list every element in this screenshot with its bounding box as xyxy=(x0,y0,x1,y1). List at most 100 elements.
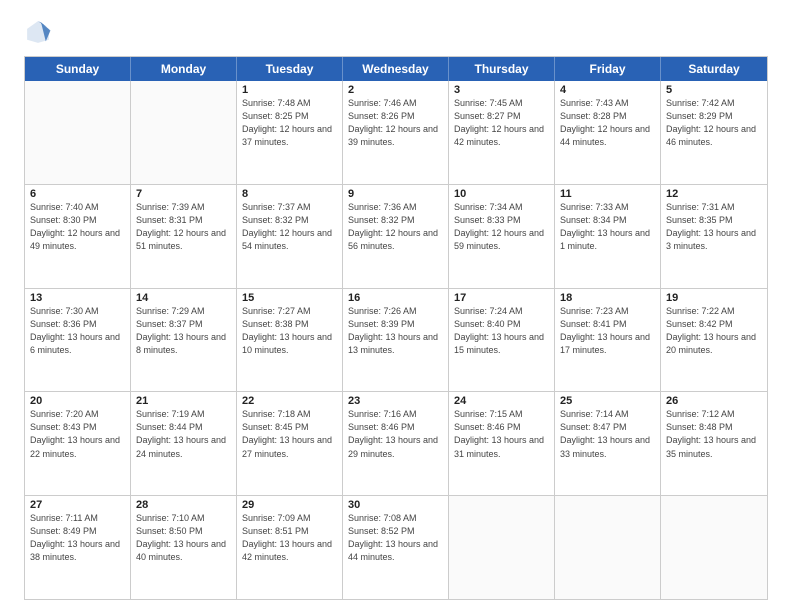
calendar-cell: 1Sunrise: 7:48 AMSunset: 8:25 PMDaylight… xyxy=(237,81,343,184)
sun-info: Sunrise: 7:20 AMSunset: 8:43 PMDaylight:… xyxy=(30,408,125,460)
calendar-cell: 27Sunrise: 7:11 AMSunset: 8:49 PMDayligh… xyxy=(25,496,131,599)
page: SundayMondayTuesdayWednesdayThursdayFrid… xyxy=(0,0,792,612)
calendar-cell: 20Sunrise: 7:20 AMSunset: 8:43 PMDayligh… xyxy=(25,392,131,495)
sun-info: Sunrise: 7:10 AMSunset: 8:50 PMDaylight:… xyxy=(136,512,231,564)
day-number: 29 xyxy=(242,499,337,511)
calendar-cell: 10Sunrise: 7:34 AMSunset: 8:33 PMDayligh… xyxy=(449,185,555,288)
day-number: 17 xyxy=(454,292,549,304)
calendar-cell: 4Sunrise: 7:43 AMSunset: 8:28 PMDaylight… xyxy=(555,81,661,184)
sun-info: Sunrise: 7:36 AMSunset: 8:32 PMDaylight:… xyxy=(348,201,443,253)
sun-info: Sunrise: 7:14 AMSunset: 8:47 PMDaylight:… xyxy=(560,408,655,460)
calendar-cell: 21Sunrise: 7:19 AMSunset: 8:44 PMDayligh… xyxy=(131,392,237,495)
day-number: 11 xyxy=(560,188,655,200)
sun-info: Sunrise: 7:46 AMSunset: 8:26 PMDaylight:… xyxy=(348,97,443,149)
calendar-cell: 9Sunrise: 7:36 AMSunset: 8:32 PMDaylight… xyxy=(343,185,449,288)
calendar-cell: 7Sunrise: 7:39 AMSunset: 8:31 PMDaylight… xyxy=(131,185,237,288)
calendar-cell: 11Sunrise: 7:33 AMSunset: 8:34 PMDayligh… xyxy=(555,185,661,288)
sun-info: Sunrise: 7:24 AMSunset: 8:40 PMDaylight:… xyxy=(454,305,549,357)
day-number: 26 xyxy=(666,395,762,407)
calendar-week-1: 1Sunrise: 7:48 AMSunset: 8:25 PMDaylight… xyxy=(25,81,767,185)
sun-info: Sunrise: 7:45 AMSunset: 8:27 PMDaylight:… xyxy=(454,97,549,149)
day-number: 23 xyxy=(348,395,443,407)
calendar-cell: 13Sunrise: 7:30 AMSunset: 8:36 PMDayligh… xyxy=(25,289,131,392)
calendar-cell xyxy=(555,496,661,599)
calendar-week-4: 20Sunrise: 7:20 AMSunset: 8:43 PMDayligh… xyxy=(25,392,767,496)
calendar: SundayMondayTuesdayWednesdayThursdayFrid… xyxy=(24,56,768,600)
day-number: 19 xyxy=(666,292,762,304)
sun-info: Sunrise: 7:26 AMSunset: 8:39 PMDaylight:… xyxy=(348,305,443,357)
calendar-cell xyxy=(449,496,555,599)
day-number: 20 xyxy=(30,395,125,407)
calendar-cell: 24Sunrise: 7:15 AMSunset: 8:46 PMDayligh… xyxy=(449,392,555,495)
day-number: 28 xyxy=(136,499,231,511)
day-number: 7 xyxy=(136,188,231,200)
sun-info: Sunrise: 7:40 AMSunset: 8:30 PMDaylight:… xyxy=(30,201,125,253)
calendar-cell: 25Sunrise: 7:14 AMSunset: 8:47 PMDayligh… xyxy=(555,392,661,495)
day-number: 13 xyxy=(30,292,125,304)
calendar-cell: 22Sunrise: 7:18 AMSunset: 8:45 PMDayligh… xyxy=(237,392,343,495)
calendar-body: 1Sunrise: 7:48 AMSunset: 8:25 PMDaylight… xyxy=(25,81,767,599)
sun-info: Sunrise: 7:27 AMSunset: 8:38 PMDaylight:… xyxy=(242,305,337,357)
sun-info: Sunrise: 7:42 AMSunset: 8:29 PMDaylight:… xyxy=(666,97,762,149)
sun-info: Sunrise: 7:23 AMSunset: 8:41 PMDaylight:… xyxy=(560,305,655,357)
sun-info: Sunrise: 7:08 AMSunset: 8:52 PMDaylight:… xyxy=(348,512,443,564)
header-day-tuesday: Tuesday xyxy=(237,57,343,81)
calendar-cell: 2Sunrise: 7:46 AMSunset: 8:26 PMDaylight… xyxy=(343,81,449,184)
calendar-cell: 15Sunrise: 7:27 AMSunset: 8:38 PMDayligh… xyxy=(237,289,343,392)
calendar-cell: 8Sunrise: 7:37 AMSunset: 8:32 PMDaylight… xyxy=(237,185,343,288)
calendar-cell xyxy=(131,81,237,184)
calendar-cell: 23Sunrise: 7:16 AMSunset: 8:46 PMDayligh… xyxy=(343,392,449,495)
calendar-cell xyxy=(25,81,131,184)
calendar-header: SundayMondayTuesdayWednesdayThursdayFrid… xyxy=(25,57,767,81)
calendar-cell: 5Sunrise: 7:42 AMSunset: 8:29 PMDaylight… xyxy=(661,81,767,184)
day-number: 3 xyxy=(454,84,549,96)
day-number: 14 xyxy=(136,292,231,304)
calendar-cell: 16Sunrise: 7:26 AMSunset: 8:39 PMDayligh… xyxy=(343,289,449,392)
calendar-week-5: 27Sunrise: 7:11 AMSunset: 8:49 PMDayligh… xyxy=(25,496,767,599)
day-number: 6 xyxy=(30,188,125,200)
sun-info: Sunrise: 7:39 AMSunset: 8:31 PMDaylight:… xyxy=(136,201,231,253)
calendar-cell xyxy=(661,496,767,599)
sun-info: Sunrise: 7:30 AMSunset: 8:36 PMDaylight:… xyxy=(30,305,125,357)
day-number: 5 xyxy=(666,84,762,96)
day-number: 25 xyxy=(560,395,655,407)
header xyxy=(24,18,768,46)
calendar-cell: 28Sunrise: 7:10 AMSunset: 8:50 PMDayligh… xyxy=(131,496,237,599)
header-day-sunday: Sunday xyxy=(25,57,131,81)
sun-info: Sunrise: 7:37 AMSunset: 8:32 PMDaylight:… xyxy=(242,201,337,253)
day-number: 30 xyxy=(348,499,443,511)
calendar-week-2: 6Sunrise: 7:40 AMSunset: 8:30 PMDaylight… xyxy=(25,185,767,289)
day-number: 8 xyxy=(242,188,337,200)
header-day-thursday: Thursday xyxy=(449,57,555,81)
sun-info: Sunrise: 7:15 AMSunset: 8:46 PMDaylight:… xyxy=(454,408,549,460)
logo xyxy=(24,18,56,46)
sun-info: Sunrise: 7:43 AMSunset: 8:28 PMDaylight:… xyxy=(560,97,655,149)
calendar-cell: 6Sunrise: 7:40 AMSunset: 8:30 PMDaylight… xyxy=(25,185,131,288)
calendar-cell: 19Sunrise: 7:22 AMSunset: 8:42 PMDayligh… xyxy=(661,289,767,392)
day-number: 15 xyxy=(242,292,337,304)
calendar-cell: 3Sunrise: 7:45 AMSunset: 8:27 PMDaylight… xyxy=(449,81,555,184)
sun-info: Sunrise: 7:09 AMSunset: 8:51 PMDaylight:… xyxy=(242,512,337,564)
calendar-cell: 30Sunrise: 7:08 AMSunset: 8:52 PMDayligh… xyxy=(343,496,449,599)
day-number: 12 xyxy=(666,188,762,200)
header-day-wednesday: Wednesday xyxy=(343,57,449,81)
day-number: 1 xyxy=(242,84,337,96)
calendar-cell: 29Sunrise: 7:09 AMSunset: 8:51 PMDayligh… xyxy=(237,496,343,599)
calendar-cell: 14Sunrise: 7:29 AMSunset: 8:37 PMDayligh… xyxy=(131,289,237,392)
day-number: 24 xyxy=(454,395,549,407)
sun-info: Sunrise: 7:22 AMSunset: 8:42 PMDaylight:… xyxy=(666,305,762,357)
sun-info: Sunrise: 7:16 AMSunset: 8:46 PMDaylight:… xyxy=(348,408,443,460)
day-number: 10 xyxy=(454,188,549,200)
day-number: 9 xyxy=(348,188,443,200)
day-number: 27 xyxy=(30,499,125,511)
day-number: 21 xyxy=(136,395,231,407)
calendar-cell: 17Sunrise: 7:24 AMSunset: 8:40 PMDayligh… xyxy=(449,289,555,392)
sun-info: Sunrise: 7:31 AMSunset: 8:35 PMDaylight:… xyxy=(666,201,762,253)
calendar-week-3: 13Sunrise: 7:30 AMSunset: 8:36 PMDayligh… xyxy=(25,289,767,393)
day-number: 16 xyxy=(348,292,443,304)
header-day-friday: Friday xyxy=(555,57,661,81)
day-number: 18 xyxy=(560,292,655,304)
sun-info: Sunrise: 7:19 AMSunset: 8:44 PMDaylight:… xyxy=(136,408,231,460)
sun-info: Sunrise: 7:11 AMSunset: 8:49 PMDaylight:… xyxy=(30,512,125,564)
logo-icon xyxy=(24,18,52,46)
